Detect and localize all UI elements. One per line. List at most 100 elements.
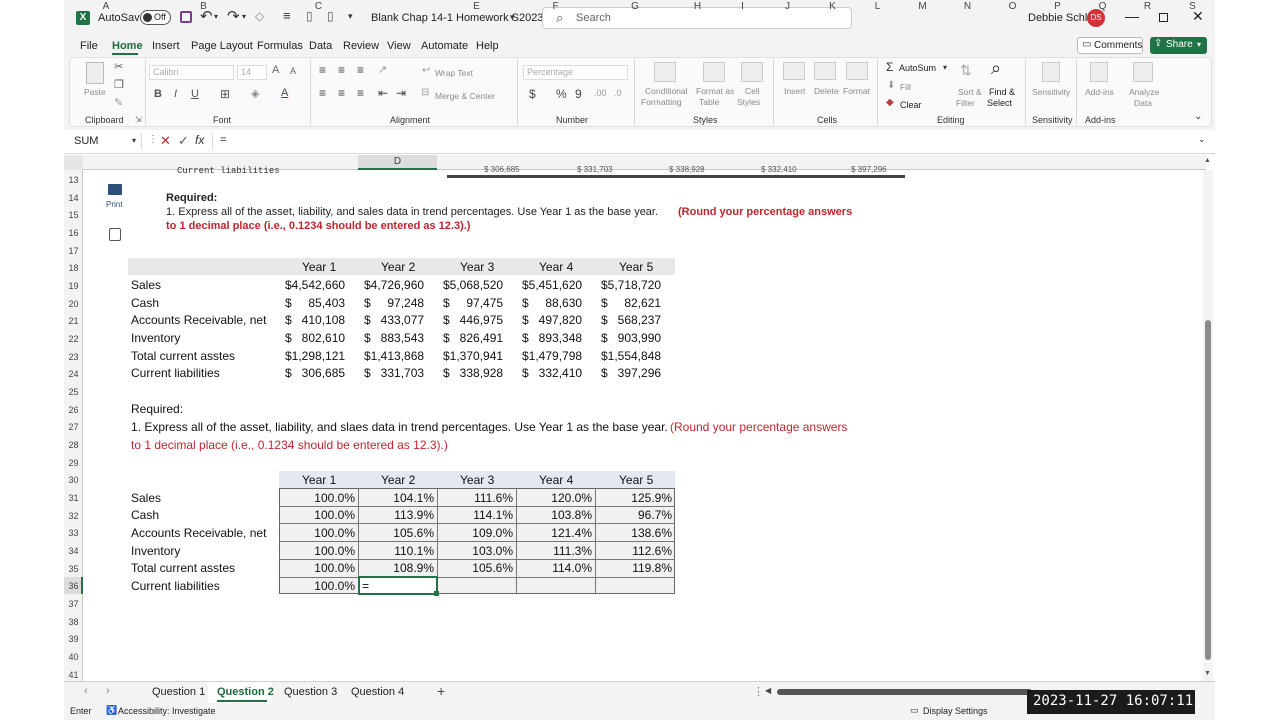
analyze-data-label2[interactable]: Data — [1134, 98, 1152, 108]
row-header[interactable]: 20 — [64, 299, 83, 309]
paste-icon[interactable] — [86, 62, 104, 84]
sheet-tab-question-3[interactable]: Question 3 — [284, 686, 337, 698]
print-label[interactable]: Print — [106, 200, 122, 209]
required2-line2-red[interactable]: to 1 decimal place (i.e., 0.1234 should … — [131, 438, 448, 452]
row-header[interactable]: 33 — [64, 528, 83, 538]
row-header[interactable]: 18 — [64, 263, 83, 273]
wrap-text-button[interactable]: Wrap Text — [435, 68, 473, 78]
t2-percent-cell[interactable]: 109.0% — [437, 526, 513, 540]
t1-value-cell[interactable]: $ 568,237 — [601, 313, 661, 327]
t1-year-header[interactable]: Year 5 — [619, 260, 653, 274]
t1-value-cell[interactable]: $ 397,296 — [601, 366, 661, 380]
t1-value-cell[interactable]: $4,542,660 — [285, 278, 345, 292]
row-header[interactable]: 21 — [64, 316, 83, 326]
t2-year-header[interactable]: Year 3 — [460, 473, 494, 487]
row-header[interactable]: 40 — [64, 652, 83, 662]
analyze-data-label[interactable]: Analyze — [1129, 87, 1159, 97]
t1-value-cell[interactable]: $ 88,630 — [522, 296, 582, 310]
t1-row-label[interactable]: Sales — [131, 278, 161, 292]
t2-row-label[interactable]: Accounts Receivable, net — [131, 526, 266, 540]
t2-percent-cell[interactable]: 100.0% — [279, 508, 355, 522]
format-as-table-label2[interactable]: Table — [699, 97, 719, 107]
t1-year-header[interactable]: Year 1 — [302, 260, 336, 274]
sort-filter-label[interactable]: Sort & — [958, 87, 982, 97]
t2-year-header[interactable]: Year 1 — [302, 473, 336, 487]
fill-color-icon[interactable]: ◈ — [251, 87, 259, 100]
font-size-box[interactable]: 14 — [237, 65, 267, 80]
cut-icon[interactable]: ✂ — [114, 60, 123, 73]
row-header[interactable]: 22 — [64, 334, 83, 344]
t2-percent-cell[interactable]: 110.1% — [358, 544, 434, 558]
name-box[interactable]: SUM ▾ — [70, 133, 142, 150]
prev-sheet-icon[interactable]: ‹ — [84, 685, 88, 697]
t2-percent-cell[interactable]: 100.0% — [279, 526, 355, 540]
tab-file[interactable]: File — [80, 40, 98, 52]
row-header[interactable]: 35 — [64, 564, 83, 574]
col-header-s[interactable]: S — [1170, 1, 1215, 12]
t1-value-cell[interactable]: $ 433,077 — [364, 313, 424, 327]
col-header-n[interactable]: N — [945, 1, 990, 12]
tab-review[interactable]: Review — [343, 40, 379, 52]
t1-value-cell[interactable]: $5,068,520 — [443, 278, 503, 292]
format-as-table-label[interactable]: Format as — [696, 86, 734, 96]
row-header[interactable]: 13 — [64, 175, 83, 185]
row-header-active[interactable]: 36 — [64, 581, 83, 591]
t2-row-label[interactable]: Total current asstes — [131, 561, 235, 575]
t1-value-cell[interactable]: $ 306,685 — [285, 366, 345, 380]
col-header-a[interactable]: A — [84, 1, 128, 12]
scroll-thumb[interactable] — [1205, 320, 1211, 660]
percent-icon[interactable]: % — [556, 87, 567, 101]
t2-percent-cell[interactable]: 96.7% — [595, 508, 672, 522]
t1-year-header[interactable]: Year 3 — [460, 260, 494, 274]
col-header-l[interactable]: L — [855, 1, 900, 12]
t1-value-cell[interactable]: $5,451,620 — [522, 278, 582, 292]
cell-styles-icon[interactable] — [741, 62, 763, 82]
accessibility-status[interactable]: Accessibility: Investigate — [118, 706, 216, 716]
t1-value-cell[interactable]: $ 893,348 — [522, 331, 582, 345]
col-header-d[interactable]: D — [358, 156, 437, 167]
tab-page-layout[interactable]: Page Layout — [191, 40, 253, 52]
t1-value-cell[interactable]: $ 497,820 — [522, 313, 582, 327]
row-header[interactable]: 19 — [64, 281, 83, 291]
t2-percent-cell[interactable]: 112.6% — [595, 544, 672, 558]
row-header[interactable]: 17 — [64, 246, 83, 256]
share-button[interactable]: ⇪ Share ▾ — [1150, 37, 1207, 54]
italic-icon[interactable]: I — [174, 88, 177, 100]
insert-function-icon[interactable]: fx — [195, 133, 204, 147]
t1-value-cell[interactable]: $5,718,720 — [601, 278, 661, 292]
t1-value-cell[interactable]: $1,298,121 — [285, 349, 345, 363]
decrease-decimal-icon[interactable]: .0 — [614, 88, 622, 98]
autosave-toggle[interactable]: Off — [140, 10, 171, 25]
required2-heading[interactable]: Required: — [131, 402, 183, 416]
t1-value-cell[interactable]: $1,413,868 — [364, 349, 424, 363]
display-settings-icon[interactable]: ▭ — [910, 705, 919, 716]
underline-icon[interactable]: U — [191, 88, 199, 100]
save-icon[interactable] — [180, 11, 192, 23]
title-dropdown-icon[interactable]: ▾ — [510, 12, 515, 23]
t1-value-cell[interactable]: $1,370,941 — [443, 349, 503, 363]
print-icon[interactable] — [108, 184, 122, 195]
t2-year-header[interactable]: Year 2 — [381, 473, 415, 487]
sort-filter-icon[interactable]: ⇅ — [960, 62, 972, 79]
sheet-tab-question-2[interactable]: Question 2 — [217, 686, 274, 698]
row-header[interactable]: 41 — [64, 670, 83, 680]
font-name-box[interactable]: Calibri — [149, 65, 234, 80]
cell-styles-label2[interactable]: Styles — [737, 97, 760, 107]
fill-handle-icon[interactable] — [434, 591, 439, 596]
t2-percent-cell[interactable]: 125.9% — [595, 491, 672, 505]
t2-percent-cell[interactable]: 119.8% — [595, 561, 672, 575]
maximize-icon[interactable] — [1159, 13, 1168, 22]
scroll-up-icon[interactable]: ▲ — [1204, 157, 1211, 164]
hscroll-left-icon[interactable]: ◀ — [765, 686, 771, 695]
row-header[interactable]: 31 — [64, 493, 83, 503]
row-header[interactable]: 37 — [64, 599, 83, 609]
merge-icon[interactable]: ⊟ — [421, 87, 429, 98]
align-bottom-icon[interactable]: ≡ — [357, 63, 364, 77]
col-header-f[interactable]: F — [516, 1, 595, 12]
row-header[interactable]: 32 — [64, 511, 83, 521]
autosum-button[interactable]: AutoSum — [899, 63, 936, 73]
delete-cells-label[interactable]: Delete — [814, 86, 839, 96]
tab-data[interactable]: Data — [309, 40, 332, 52]
align-middle-icon[interactable]: ≡ — [338, 63, 345, 77]
fill-button[interactable]: Fill — [900, 82, 911, 92]
